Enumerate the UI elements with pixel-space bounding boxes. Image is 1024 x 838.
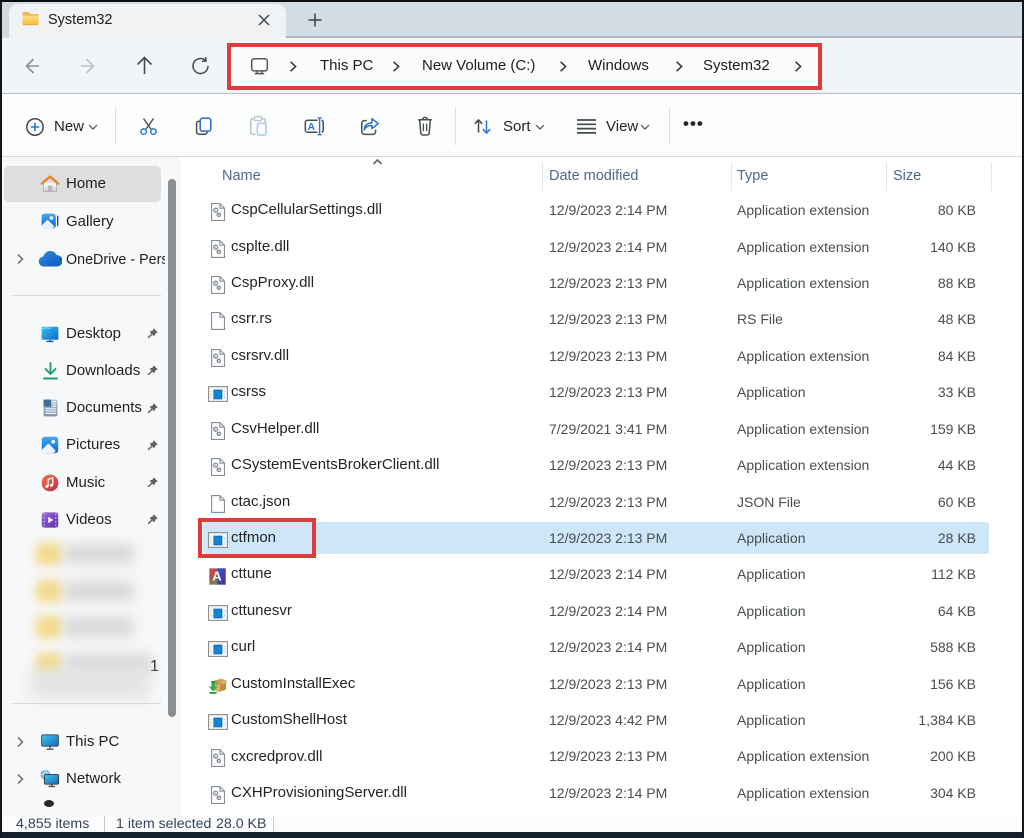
svg-text:A: A — [212, 569, 222, 584]
svg-text:A: A — [308, 122, 315, 133]
